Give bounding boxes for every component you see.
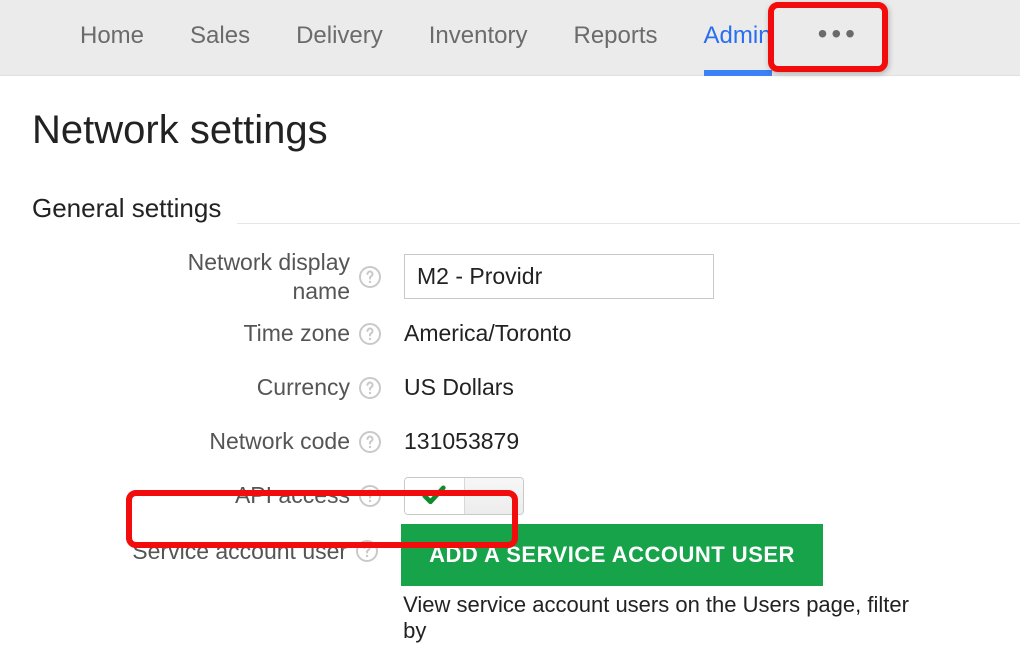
time-zone-label: Time zone: [243, 320, 350, 348]
help-icon[interactable]: [358, 376, 382, 400]
tab-inventory[interactable]: Inventory: [429, 0, 528, 76]
tab-sales[interactable]: Sales: [190, 0, 250, 76]
checkmark-icon: [405, 478, 464, 514]
help-icon[interactable]: [358, 484, 382, 508]
tab-delivery[interactable]: Delivery: [296, 0, 383, 76]
page-title: Network settings: [32, 108, 1020, 153]
row-network-display-name: Network display name: [132, 248, 932, 306]
api-access-label: API access: [235, 482, 350, 510]
general-settings-form: Network display name Time zone America/T…: [32, 248, 932, 644]
content-area: Network settings General settings Networ…: [0, 76, 1020, 644]
help-icon[interactable]: [358, 322, 382, 346]
time-zone-value: America/Toronto: [404, 320, 571, 347]
section-divider: [237, 223, 1020, 224]
help-icon[interactable]: [355, 539, 379, 563]
row-time-zone: Time zone America/Toronto: [132, 308, 932, 360]
top-tab-bar: Home Sales Delivery Inventory Reports Ad…: [0, 0, 1020, 76]
tab-reports[interactable]: Reports: [573, 0, 657, 76]
currency-value: US Dollars: [404, 374, 514, 401]
api-access-toggle[interactable]: [404, 477, 524, 515]
help-icon[interactable]: [358, 430, 382, 454]
tab-more[interactable]: •••: [818, 0, 859, 50]
network-display-name-input[interactable]: [404, 254, 714, 299]
add-service-account-user-button[interactable]: ADD A SERVICE ACCOUNT USER: [401, 524, 823, 586]
row-api-access: API access: [132, 470, 932, 522]
service-account-hint: View service account users on the Users …: [403, 592, 932, 644]
row-currency: Currency US Dollars: [132, 362, 932, 414]
help-icon[interactable]: [358, 265, 382, 289]
row-network-code: Network code 131053879: [132, 416, 932, 468]
tab-admin[interactable]: Admin: [704, 0, 772, 76]
currency-label: Currency: [257, 374, 350, 402]
section-general-header: General settings: [32, 193, 1020, 248]
row-service-account-user: Service account user ADD A SERVICE ACCOU…: [132, 524, 932, 644]
section-general-title: General settings: [32, 193, 221, 224]
network-display-name-label: Network display name: [188, 248, 350, 306]
network-code-value: 131053879: [404, 428, 519, 455]
service-account-user-label: Service account user: [132, 538, 347, 566]
tab-home[interactable]: Home: [80, 0, 144, 76]
toggle-off-side: [464, 478, 523, 514]
network-code-label: Network code: [209, 428, 350, 456]
